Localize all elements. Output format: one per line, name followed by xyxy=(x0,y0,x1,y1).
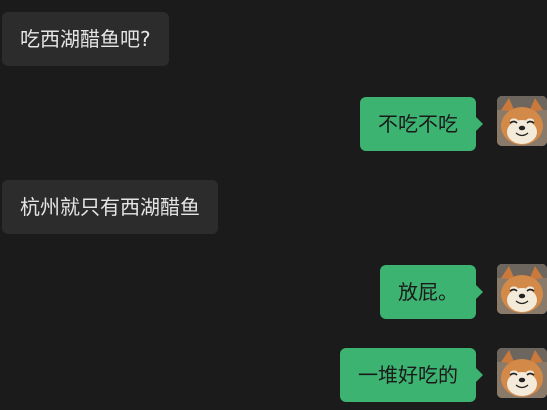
message-bubble-incoming[interactable]: 杭州就只有西湖醋鱼 xyxy=(2,180,218,234)
shiba-face-icon xyxy=(497,348,547,398)
shiba-face-icon xyxy=(497,264,547,314)
message-bubble-outgoing[interactable]: 不吃不吃 xyxy=(360,97,483,151)
shiba-face-icon xyxy=(497,96,547,146)
message-bubble-incoming[interactable]: 吃西湖醋鱼吧? xyxy=(2,12,169,66)
shiba-dog-avatar[interactable] xyxy=(497,348,547,398)
message-bubble-outgoing[interactable]: 一堆好吃的 xyxy=(340,348,483,402)
shiba-dog-avatar[interactable] xyxy=(497,264,547,314)
chat-window: 吃西湖醋鱼吧? 不吃不吃 杭州就只有西湖醋鱼 放屁。 一堆好吃的 xyxy=(0,0,547,410)
message-bubble-outgoing[interactable]: 放屁。 xyxy=(380,265,483,319)
shiba-dog-avatar[interactable] xyxy=(497,96,547,146)
